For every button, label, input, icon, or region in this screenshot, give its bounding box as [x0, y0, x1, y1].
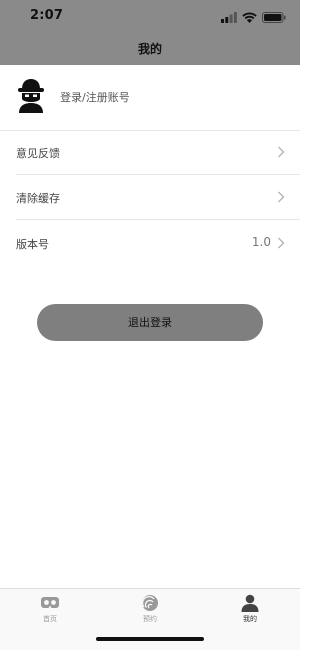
menu-item-version[interactable]: 版本号 1.0	[0, 222, 300, 266]
battery-icon	[262, 11, 286, 23]
chevron-right-icon	[278, 191, 285, 203]
chevron-right-icon	[278, 146, 285, 158]
menu-item-feedback[interactable]: 意见反馈	[0, 131, 300, 175]
menu-item-clear-cache[interactable]: 清除缓存	[0, 176, 300, 220]
version-value: 1.0	[251, 235, 271, 249]
cellular-signal-icon	[221, 11, 237, 23]
tab-booking[interactable]: 预约	[100, 594, 200, 626]
divider	[16, 174, 300, 175]
vr-headset-icon	[41, 597, 59, 608]
chevron-right-icon	[278, 237, 285, 249]
status-time: 2:07	[30, 8, 64, 23]
header: 2:07 我的	[0, 0, 300, 65]
status-icons	[221, 10, 286, 24]
home-indicator	[96, 637, 204, 641]
page-title: 我的	[137, 42, 162, 56]
status-bar: 2:07	[0, 0, 300, 34]
menu-item-label: 版本号	[16, 238, 49, 251]
avatar-icon	[18, 79, 44, 113]
tab-label: 预约	[143, 615, 157, 623]
divider	[16, 219, 300, 220]
spiral-icon	[141, 595, 158, 611]
logout-button[interactable]: 退出登录	[37, 304, 263, 341]
tab-label: 首页	[43, 615, 57, 623]
menu-item-label: 清除缓存	[16, 192, 60, 205]
tab-label: 我的	[243, 615, 257, 623]
menu-item-label: 意见反馈	[16, 147, 60, 160]
profile-row[interactable]: 登录/注册账号	[0, 65, 300, 131]
tab-mine[interactable]: 我的	[200, 594, 300, 626]
wifi-icon	[242, 11, 257, 23]
login-register-link[interactable]: 登录/注册账号	[60, 89, 130, 105]
tab-home[interactable]: 首页	[0, 594, 100, 626]
person-icon	[241, 594, 259, 612]
